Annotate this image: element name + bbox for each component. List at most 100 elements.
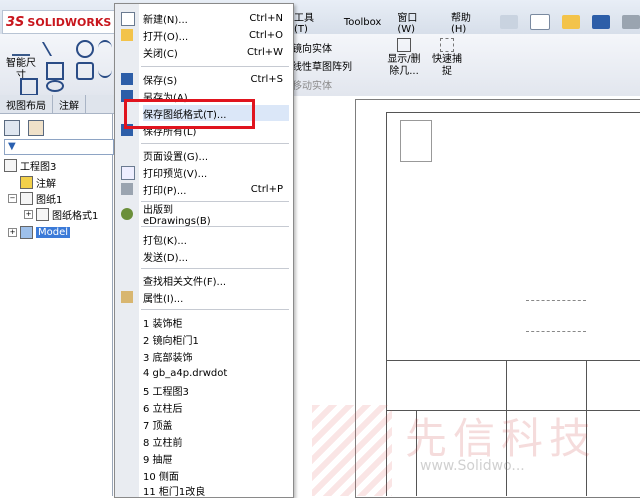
tree-item-sheet-format-label: 图纸格式1	[52, 210, 99, 222]
menu-bar: 工具(T) Toolbox 窗口(W) 帮助(H)	[292, 9, 640, 35]
recent-file-item[interactable]: 4 gb_a4p.drwdot	[143, 365, 289, 381]
mirror-entities-label: 镜向实体	[292, 44, 332, 55]
show-hide-relations-button[interactable]: 显示/删除几...	[384, 38, 424, 78]
expand-icon[interactable]: +	[24, 209, 33, 219]
spline-icon[interactable]	[98, 62, 112, 78]
rect-small-icon[interactable]	[20, 78, 38, 96]
rectangle-icon[interactable]	[46, 62, 64, 80]
logo-prefix: 3S	[6, 14, 25, 30]
quick-snap-icon	[440, 38, 454, 52]
logo-name: SOLIDWORKS	[27, 15, 112, 29]
menu-separator	[141, 268, 289, 269]
recent-file-item[interactable]: 3 底部装饰	[143, 348, 289, 364]
menu-item-find-references[interactable]: 查找相关文件(F)...	[143, 272, 289, 288]
solidworks-logo[interactable]: 3S SOLIDWORKS	[2, 10, 124, 34]
print-icon[interactable]	[622, 15, 640, 29]
save-icon	[121, 73, 133, 85]
recent-file-item[interactable]: 6 立柱后	[143, 399, 289, 415]
model-icon	[20, 225, 33, 239]
menu-item-close[interactable]: 关闭(C) Ctrl+W	[143, 44, 289, 60]
file-menu: 新建(N)... Ctrl+N 打开(O)... Ctrl+O 关闭(C) Ctrl+…	[114, 3, 294, 498]
tree-item-model[interactable]: + Model	[8, 225, 71, 239]
recent-file-item[interactable]: 1 装饰柜	[143, 314, 289, 330]
show-hide-icon	[397, 38, 411, 52]
edrawings-icon	[121, 208, 133, 220]
quick-snap-button[interactable]: 快速捕捉	[430, 38, 464, 78]
mirror-entities-button[interactable]: 镜向实体	[292, 40, 332, 55]
new-doc-icon[interactable]	[530, 14, 551, 30]
menu-item-publish-edrawings[interactable]: 出版到 eDrawings(B)	[143, 205, 289, 227]
linear-pattern-label: 线性草图阵列	[292, 62, 352, 73]
print-icon	[121, 183, 133, 195]
sheet-icon	[20, 191, 33, 205]
menu-tools[interactable]: 工具(T)	[292, 9, 330, 35]
menu-item-open[interactable]: 打开(O)... Ctrl+O	[143, 27, 289, 43]
recent-file-item[interactable]: 2 镜向柜门1	[143, 331, 289, 347]
recent-file-item[interactable]: 7 顶盖	[143, 416, 289, 432]
ellipse-icon[interactable]	[46, 80, 64, 92]
highlight-box	[124, 99, 255, 129]
menu-item-properties[interactable]: 属性(I)...	[143, 289, 289, 305]
menu-item-pack-and-go[interactable]: 打包(K)...	[143, 231, 289, 247]
revision-table	[526, 300, 586, 332]
menu-window[interactable]: 窗口(W)	[395, 9, 437, 35]
show-hide-label: 显示/删除几...	[387, 54, 421, 77]
menu-item-new[interactable]: 新建(N)... Ctrl+N	[143, 10, 289, 26]
properties-icon	[121, 291, 133, 303]
menu-item-print[interactable]: 打印(P)... Ctrl+P	[143, 181, 289, 197]
expand-icon[interactable]: −	[8, 193, 17, 203]
menu-separator	[141, 143, 289, 144]
tree-root-drawing[interactable]: 工程图3	[4, 158, 57, 173]
move-entities-label: 移动实体	[292, 81, 332, 92]
pin-icon[interactable]	[500, 15, 519, 29]
quick-snap-label: 快速捕捉	[432, 54, 462, 77]
expand-icon[interactable]: +	[8, 227, 17, 237]
recent-file-item[interactable]: 10 侧面	[143, 467, 289, 483]
sheet-border-line	[386, 112, 640, 113]
menu-separator	[141, 66, 289, 67]
menu-separator	[141, 226, 289, 227]
menu-item-page-setup[interactable]: 页面设置(G)...	[143, 147, 289, 163]
command-tabs: 视图布局 注解	[0, 95, 115, 114]
open-folder-icon	[121, 29, 133, 41]
drawing-view-thumbnail[interactable]	[400, 120, 432, 162]
tree-item-sheet-format[interactable]: + 图纸格式1	[24, 207, 99, 222]
watermark-text: 先信科技	[405, 414, 598, 463]
polygon-icon[interactable]	[76, 62, 94, 80]
recent-file-item[interactable]: 9 抽屉	[143, 450, 289, 466]
menu-item-send[interactable]: 发送(D)...	[143, 248, 289, 264]
sheet-format-icon	[36, 207, 49, 221]
move-entities-button[interactable]: 移动实体	[292, 77, 332, 92]
title-block-line	[386, 360, 640, 361]
panel-tabs	[0, 118, 112, 138]
tree-item-sheet1[interactable]: − 图纸1	[8, 191, 62, 206]
tab-view-layout[interactable]: 视图布局	[0, 95, 53, 113]
menu-toolbox[interactable]: Toolbox	[342, 17, 384, 28]
drawing-icon	[4, 158, 17, 172]
tree-root-label: 工程图3	[20, 161, 57, 173]
watermark-logo-icon	[312, 405, 392, 496]
menu-separator	[141, 309, 289, 310]
linear-pattern-button[interactable]: 线性草图阵列	[292, 58, 352, 73]
menu-help[interactable]: 帮助(H)	[449, 9, 488, 35]
recent-file-item[interactable]: 5 工程图3	[143, 382, 289, 398]
save-icon[interactable]	[592, 15, 611, 29]
print-preview-icon	[121, 166, 135, 180]
circle-icon[interactable]	[76, 40, 94, 58]
property-tab-icon[interactable]	[28, 120, 44, 136]
arc-icon[interactable]	[98, 40, 112, 56]
filter-input[interactable]: ▼	[4, 139, 114, 155]
tree-item-annotations[interactable]: 注解	[20, 175, 56, 190]
tree-item-model-label: Model	[36, 226, 71, 238]
tree-item-annotations-label: 注解	[36, 178, 56, 190]
annotation-icon	[20, 175, 33, 189]
tab-annotation[interactable]: 注解	[53, 95, 86, 113]
open-folder-icon[interactable]	[562, 15, 581, 29]
watermark-url: www.Solidwo...	[420, 458, 525, 474]
recent-file-item[interactable]: 8 立柱前	[143, 433, 289, 449]
new-doc-icon	[121, 12, 135, 26]
feature-tree-tab-icon[interactable]	[4, 120, 20, 136]
smart-dimension-button[interactable]: 智能尺寸	[2, 40, 40, 82]
menu-item-save[interactable]: 保存(S) Ctrl+S	[143, 71, 289, 87]
menu-item-print-preview[interactable]: 打印预览(V)...	[143, 164, 289, 180]
